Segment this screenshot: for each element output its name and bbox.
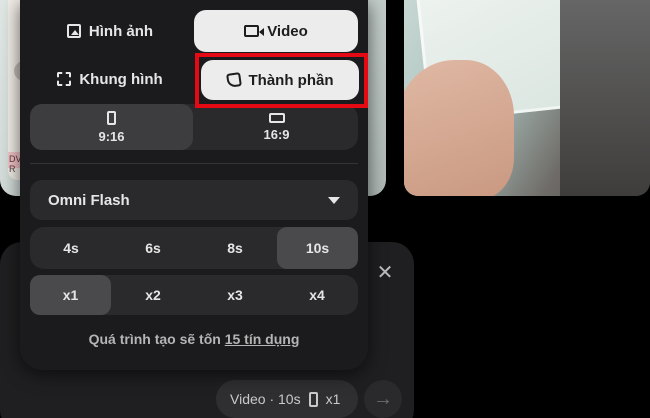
- credits-prefix: Quá trình tạo sẽ tốn: [88, 331, 221, 347]
- config-chip-count: x1: [325, 391, 341, 407]
- mode-video-button[interactable]: Video: [194, 10, 358, 52]
- landscape-icon: [268, 112, 285, 123]
- duration-6s-button[interactable]: 6s: [112, 227, 194, 269]
- mode-component-button[interactable]: Thành phần: [201, 60, 359, 100]
- portrait-icon: [107, 110, 116, 125]
- frame-icon: [57, 72, 72, 86]
- mode-frame-button[interactable]: Khung hình: [30, 58, 190, 100]
- ratio-16-9-label: 16:9: [263, 126, 290, 142]
- fur-background: [560, 0, 650, 196]
- close-icon[interactable]: ✕: [372, 260, 398, 286]
- video-icon: [244, 25, 265, 37]
- credits-link[interactable]: 15 tín dụng: [225, 331, 300, 347]
- credits-note: Quá trình tạo sẽ tốn 15 tín dụng: [30, 331, 358, 347]
- mode-image-button[interactable]: Hình ảnh: [30, 10, 190, 52]
- ratio-9-16-button[interactable]: 9:16: [30, 104, 193, 150]
- image-icon: [66, 24, 81, 38]
- model-dropdown[interactable]: Omni Flash: [30, 180, 358, 220]
- count-x4-button[interactable]: x4: [276, 275, 358, 315]
- model-label: Omni Flash: [48, 191, 130, 209]
- divider: [30, 163, 358, 164]
- count-x1-button[interactable]: x1: [30, 275, 111, 315]
- portrait-icon: [308, 391, 318, 407]
- component-icon: [225, 72, 242, 88]
- duration-8s-button[interactable]: 8s: [194, 227, 276, 269]
- mode-video-label: Video: [267, 22, 308, 40]
- caret-down-icon: [328, 196, 340, 204]
- hand-image: [404, 60, 514, 196]
- mode-frame-label: Khung hình: [79, 70, 163, 88]
- mode-image-label: Hình ảnh: [88, 22, 154, 40]
- config-chip-type: Video · 10s: [230, 391, 301, 407]
- generation-config-chip[interactable]: Video · 10s x1: [216, 380, 358, 418]
- duration-10s-button[interactable]: 10s: [277, 227, 358, 269]
- thumbnail-right[interactable]: [404, 0, 650, 196]
- send-button[interactable]: →: [364, 380, 402, 418]
- count-x3-button[interactable]: x3: [194, 275, 276, 315]
- mode-component-label: Thành phần: [248, 71, 334, 89]
- count-x2-button[interactable]: x2: [112, 275, 194, 315]
- ratio-16-9-button[interactable]: 16:9: [195, 104, 358, 150]
- duration-4s-button[interactable]: 4s: [30, 227, 112, 269]
- ratio-9-16-label: 9:16: [98, 128, 125, 144]
